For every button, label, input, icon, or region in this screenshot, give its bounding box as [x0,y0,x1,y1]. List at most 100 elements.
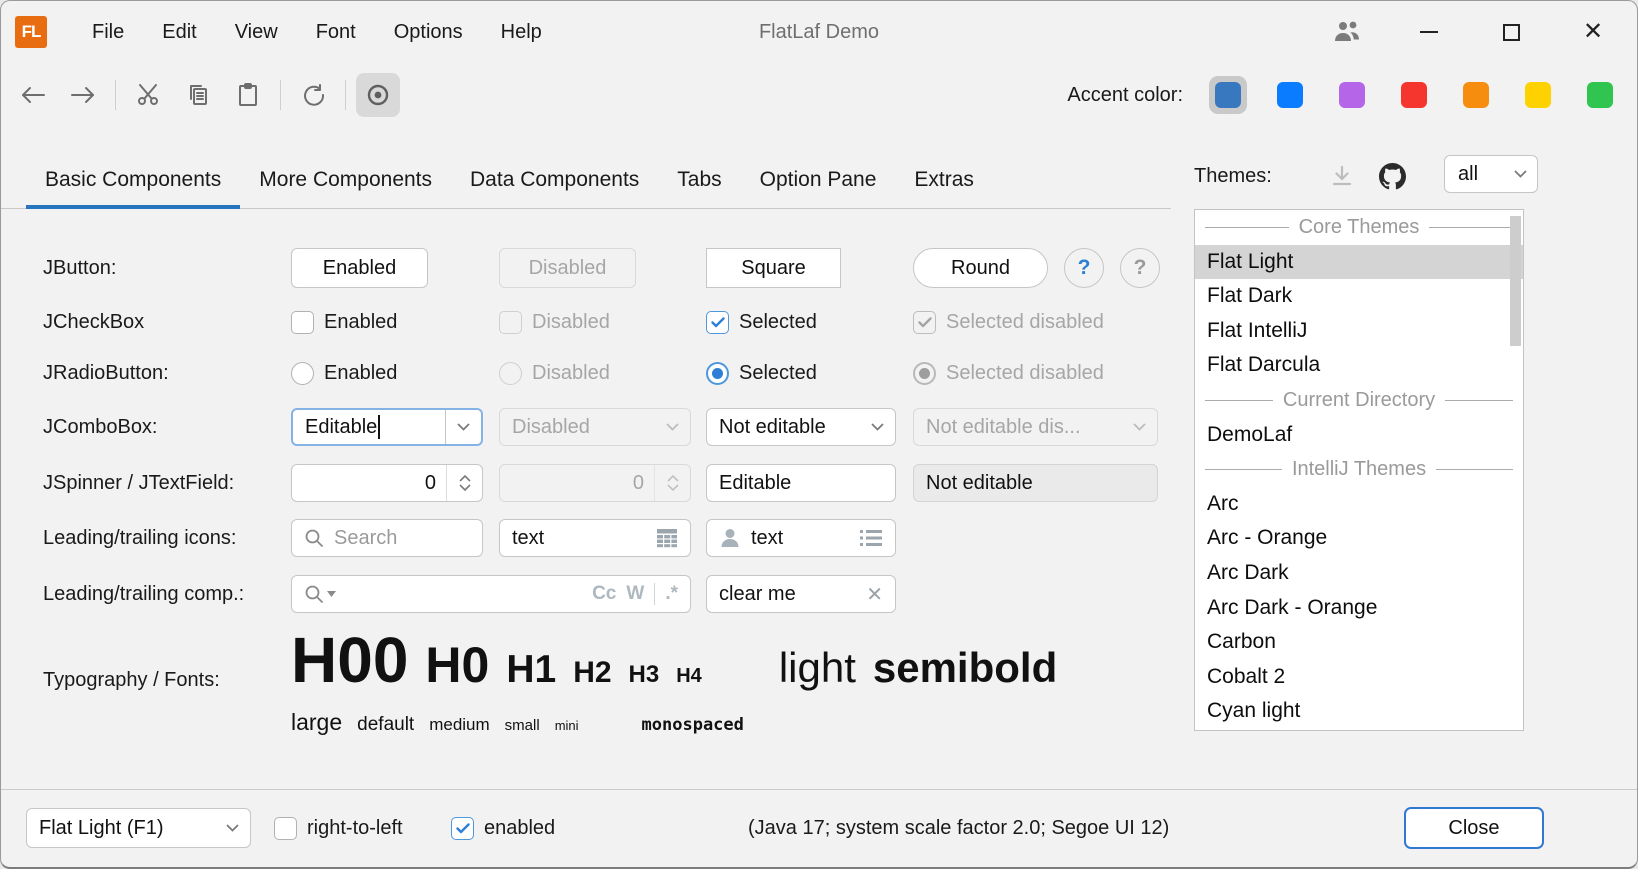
checkbox-selected[interactable]: Selected [706,302,817,342]
row-leading-trailing-icons: Leading/trailing icons: Search text text [1,518,1167,558]
chevron-down-icon[interactable] [859,409,895,445]
github-icon[interactable] [1372,156,1412,196]
theme-demolaf[interactable]: DemoLaf [1195,418,1523,453]
accent-swatch-green[interactable] [1581,76,1619,114]
text-field-with-person-icon[interactable]: text [706,519,896,557]
users-icon[interactable] [1321,10,1373,54]
combobox-not-editable[interactable]: Not editable [706,408,896,446]
theme-arc-orange[interactable]: Arc - Orange [1195,521,1523,556]
theme-cyan-light[interactable]: Cyan light [1195,694,1523,729]
statusbar: Flat Light (F1) right-to-left enabled (J… [1,789,1637,867]
row-jradiobutton: JRadioButton: Enabled Disabled Selected … [1,353,1167,393]
theme-cobalt-2[interactable]: Cobalt 2 [1195,660,1523,695]
close-window-button[interactable]: ✕ [1567,10,1619,54]
tab-extras[interactable]: Extras [895,151,993,208]
clear-icon[interactable]: ✕ [866,582,883,607]
theme-flat-darcula[interactable]: Flat Darcula [1195,348,1523,383]
accent-swatch-yellow[interactable] [1519,76,1557,114]
help-button[interactable]: ? [1064,248,1104,288]
menu-help[interactable]: Help [482,15,561,50]
medium-sample: medium [429,715,489,735]
tabbar: Basic Components More Components Data Co… [1,151,1171,209]
tab-option-pane[interactable]: Option Pane [741,151,896,208]
titlebar: FL File Edit View Font Options Help Flat… [1,1,1637,63]
laf-combobox[interactable]: Flat Light (F1) [26,808,251,848]
spinner-arrows-icon[interactable] [446,465,482,501]
theme-arc[interactable]: Arc [1195,487,1523,522]
checkbox-disabled: Disabled [499,302,610,342]
minimize-button[interactable] [1403,10,1455,54]
tab-tabs[interactable]: Tabs [658,151,740,208]
large-sample: large [291,709,342,736]
clearable-input[interactable]: clear me ✕ [706,575,896,613]
combobox-editable[interactable]: Editable [291,408,483,446]
theme-flat-light[interactable]: Flat Light [1195,245,1523,280]
menu-view[interactable]: View [216,15,297,50]
theme-dark-flat[interactable]: Dark Flat [1195,729,1523,731]
round-button[interactable]: Round [913,248,1048,288]
theme-flat-intellij[interactable]: Flat IntelliJ [1195,314,1523,349]
chevron-down-icon[interactable] [445,410,481,444]
chevron-down-icon[interactable] [214,809,250,847]
themes-filter-combobox[interactable]: all [1444,155,1538,193]
whole-word-icon[interactable]: W [626,583,644,605]
forward-button[interactable] [61,73,105,117]
combobox-not-editable-disabled: Not editable dis... [913,408,1158,446]
tab-data-components[interactable]: Data Components [451,151,658,208]
back-button[interactable] [11,73,55,117]
table-icon[interactable] [656,528,678,548]
jcheckbox-label: JCheckBox [43,302,144,342]
match-case-icon[interactable]: Cc [592,583,616,605]
themes-label: Themes: [1194,165,1272,188]
menu-file[interactable]: File [73,15,143,50]
accent-swatch-orange[interactable] [1457,76,1495,114]
theme-flat-dark[interactable]: Flat Dark [1195,279,1523,314]
person-icon [719,527,741,549]
maximize-button[interactable] [1485,10,1537,54]
theme-arc-dark[interactable]: Arc Dark [1195,556,1523,591]
default-sample: default [357,714,414,736]
show-hidden-toggle[interactable] [356,73,400,117]
checkbox-selected-disabled: Selected disabled [913,302,1104,342]
menubar: File Edit View Font Options Help [73,1,561,63]
regex-icon[interactable]: .* [665,583,678,605]
text-caret [378,415,380,439]
text-field-with-table-icon[interactable]: text [499,519,691,557]
search-dropdown-icon[interactable] [304,584,336,604]
theme-arc-dark-orange[interactable]: Arc Dark - Orange [1195,591,1523,626]
theme-carbon[interactable]: Carbon [1195,625,1523,660]
accent-color-picker: Accent color: [1067,69,1619,121]
refresh-button[interactable] [291,73,335,117]
download-icon[interactable] [1322,156,1362,196]
accent-swatch-purple[interactable] [1333,76,1371,114]
accent-swatch-default[interactable] [1209,76,1247,114]
close-button[interactable]: Close [1404,807,1544,849]
jradiobutton-label: JRadioButton: [43,353,169,393]
enabled-checkbox[interactable]: enabled [451,808,555,848]
copy-button[interactable] [176,73,220,117]
typography-sizes: large default medium small mini monospac… [291,709,1171,736]
options-separator [654,583,655,605]
menu-options[interactable]: Options [375,15,482,50]
list-icon[interactable] [859,529,883,547]
menu-font[interactable]: Font [297,15,375,50]
accent-swatch-blue[interactable] [1271,76,1309,114]
spinner[interactable]: 0 [291,464,483,502]
square-button[interactable]: Square [706,248,841,288]
search-input[interactable]: Search [291,519,483,557]
menu-edit[interactable]: Edit [143,15,215,50]
radio-selected[interactable]: Selected [706,353,817,393]
textfield-editable[interactable]: Editable [706,464,896,502]
accent-swatch-red[interactable] [1395,76,1433,114]
radio-enabled[interactable]: Enabled [291,353,397,393]
paste-button[interactable] [226,73,270,117]
checkbox-enabled[interactable]: Enabled [291,302,397,342]
search-with-options-input[interactable]: Cc W .* [291,575,691,613]
spinner-disabled: 0 [499,464,691,502]
tab-more-components[interactable]: More Components [240,151,451,208]
enabled-button[interactable]: Enabled [291,248,428,288]
themes-scrollbar-thumb[interactable] [1510,216,1521,346]
cut-button[interactable] [126,73,170,117]
right-to-left-checkbox[interactable]: right-to-left [274,808,403,848]
tab-basic-components[interactable]: Basic Components [26,151,240,208]
